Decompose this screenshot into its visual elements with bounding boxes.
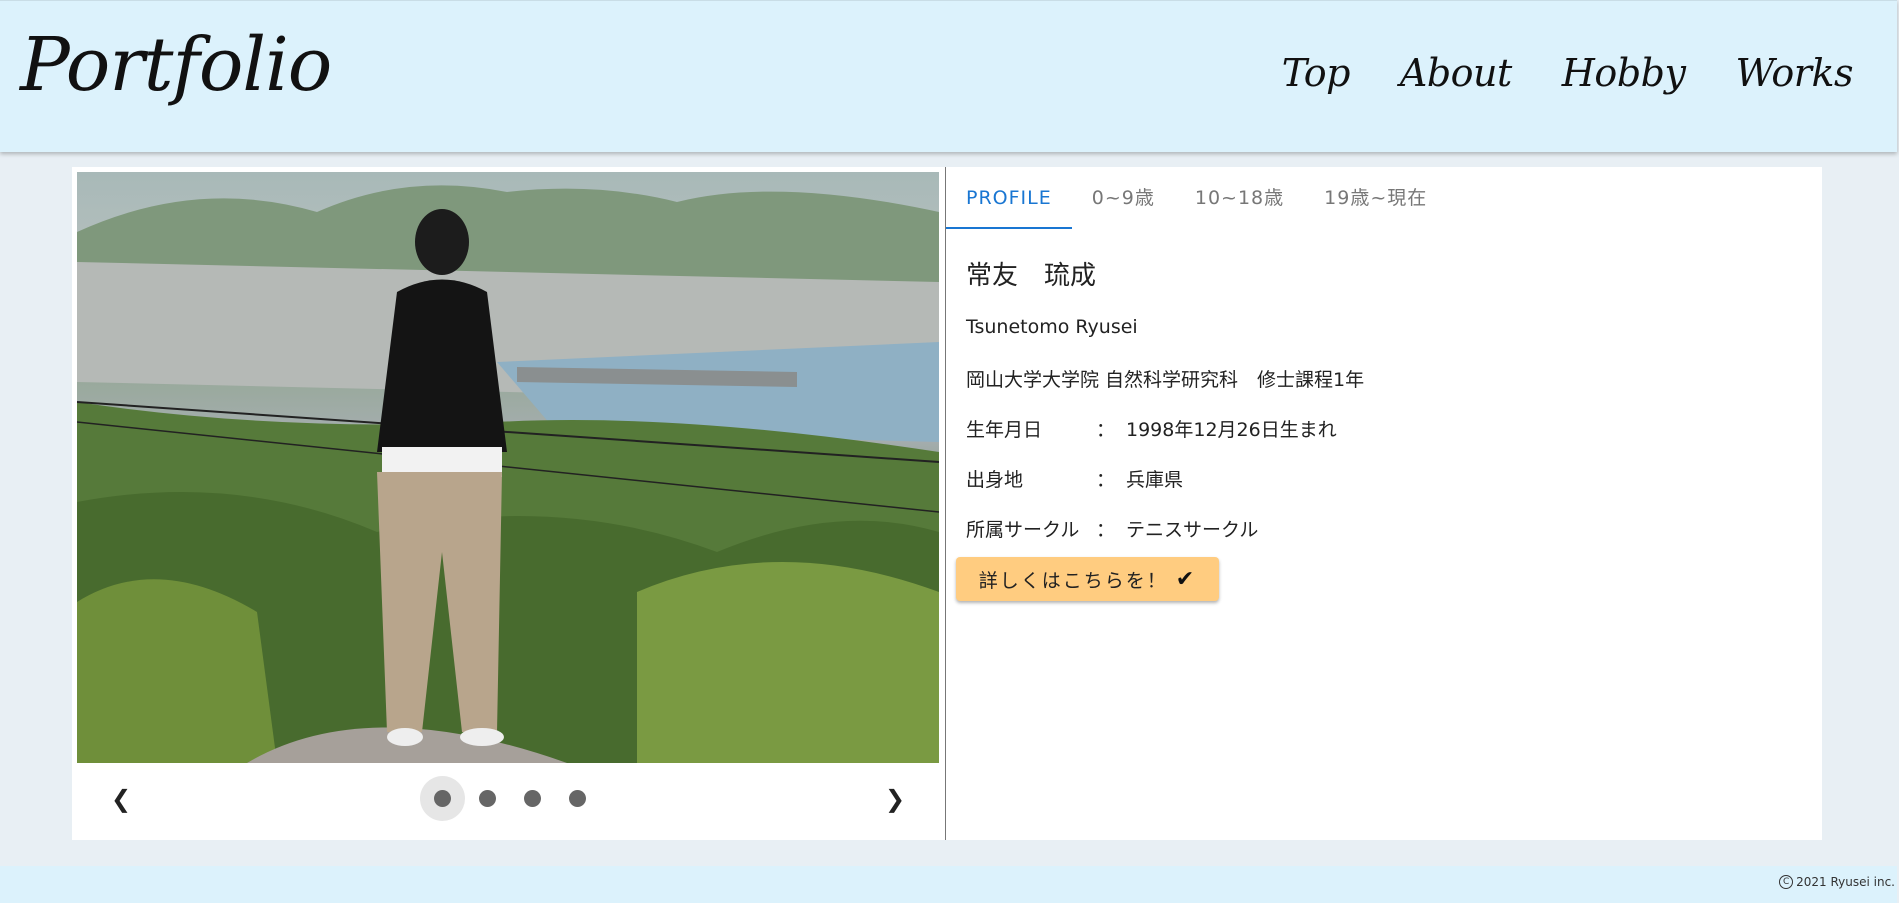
check-icon: ✔ [1175, 566, 1197, 592]
details-button-label: 詳しくはこちらを！ [978, 569, 1168, 592]
profile-name-en: Tsunetomo Ryusei [966, 316, 1138, 338]
photo-carousel: ❮ ❯ [77, 172, 939, 835]
nav-item-top[interactable]: Top [1282, 51, 1351, 95]
nav-item-works[interactable]: Works [1735, 51, 1853, 95]
row-value: 1998年12月26日生まれ [1126, 419, 1337, 441]
profile-name-ja: 常友 琉成 [966, 261, 1097, 291]
row-value: テニスサークル [1126, 519, 1259, 541]
profile-tabs: PROFILE 0~9歳 10~18歳 19歳~現在 [946, 175, 1447, 229]
row-value: 兵庫県 [1126, 469, 1184, 491]
tab-age-10-18[interactable]: 10~18歳 [1175, 175, 1304, 229]
profile-card: ❮ ❯ PROFILE 0~9歳 10~18歳 19歳~現在 常友 琉成 Tsu… [72, 167, 1822, 840]
site-header: Portfolio Top About Hobby Works [0, 0, 1897, 152]
nav-item-about[interactable]: About [1400, 51, 1512, 95]
site-logo[interactable]: Portfolio [20, 21, 332, 110]
chevron-left-icon[interactable]: ❮ [103, 781, 139, 817]
copyright: C 2021 Ryusei inc. [1779, 875, 1895, 889]
carousel-dot-1[interactable] [420, 776, 465, 821]
photo-illustration [77, 185, 939, 763]
carousel-dot-4[interactable] [555, 776, 600, 821]
tab-profile[interactable]: PROFILE [946, 175, 1072, 229]
row-label: 生年月日 [966, 419, 1043, 441]
row-label: 所属サークル [966, 519, 1080, 541]
row-label: 出身地 [966, 469, 1024, 491]
copyright-icon: C [1779, 875, 1794, 889]
profile-row-hometown: 出身地 ： 兵庫県 [966, 465, 1183, 492]
copyright-text: 2021 Ryusei inc. [1796, 875, 1895, 889]
carousel-dot-3[interactable] [510, 776, 555, 821]
row-separator: ： [1096, 419, 1116, 441]
profile-row-circle: 所属サークル ： テニスサークル [966, 515, 1258, 542]
carousel-controls: ❮ ❯ [77, 763, 939, 835]
profile-row-birthday: 生年月日 ： 1998年12月26日生まれ [966, 415, 1337, 442]
row-separator: ： [1096, 469, 1116, 491]
chevron-right-icon[interactable]: ❯ [877, 781, 913, 817]
carousel-dots [420, 776, 600, 821]
profile-affiliation: 岡山大学大学院 自然科学研究科 修士課程1年 [966, 369, 1365, 391]
carousel-dot-2[interactable] [465, 776, 510, 821]
tab-age-0-9[interactable]: 0~9歳 [1072, 175, 1175, 229]
profile-panel: PROFILE 0~9歳 10~18歳 19歳~現在 常友 琉成 Tsuneto… [946, 167, 1822, 840]
details-button[interactable]: 詳しくはこちらを！ ✔ [956, 557, 1219, 601]
main-nav: Top About Hobby Works [1282, 51, 1854, 95]
tab-age-19-present[interactable]: 19歳~現在 [1304, 175, 1447, 229]
nav-item-hobby[interactable]: Hobby [1562, 51, 1686, 95]
site-footer: C 2021 Ryusei inc. [0, 866, 1897, 903]
profile-photo [77, 172, 939, 763]
row-separator: ： [1096, 519, 1116, 541]
